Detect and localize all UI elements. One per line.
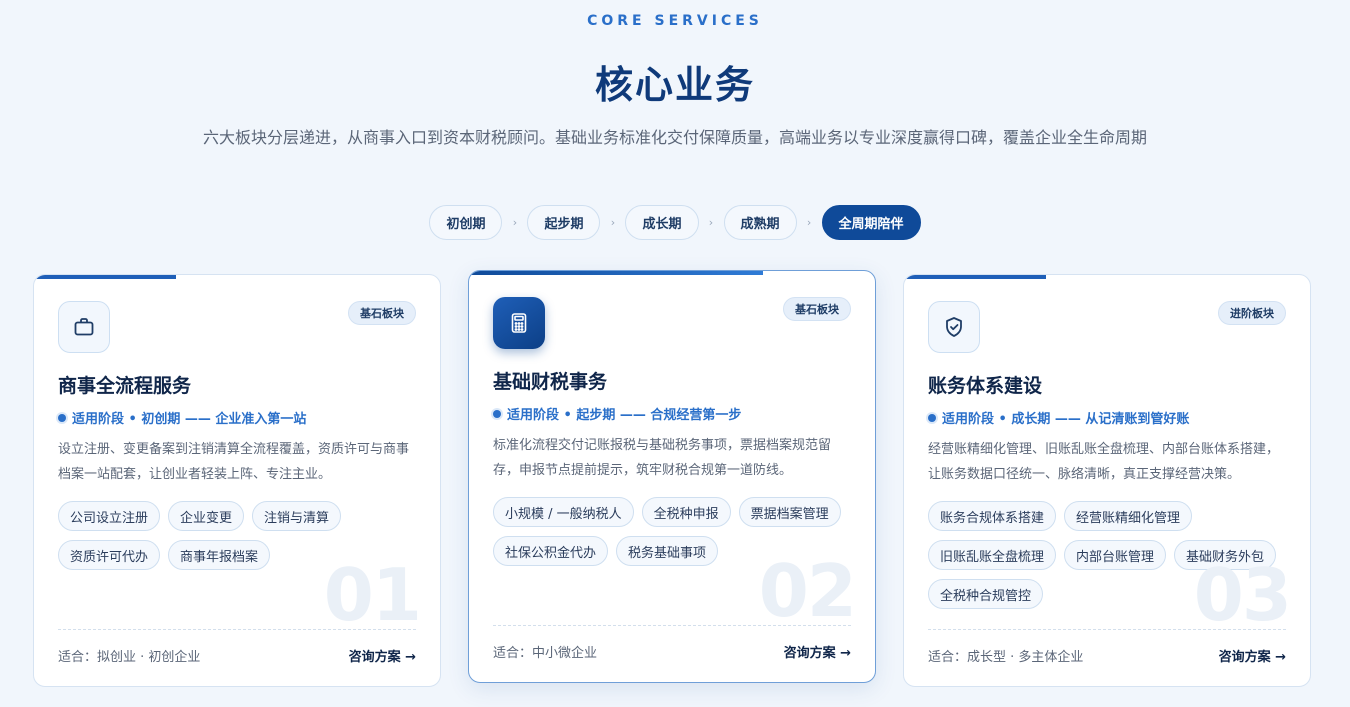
chevron-right-icon: › — [610, 216, 616, 229]
service-tag[interactable]: 小规模 / 一般纳税人 — [493, 497, 634, 527]
service-tag[interactable]: 企业变更 — [168, 501, 245, 531]
module-badge: 进阶板块 — [1218, 301, 1286, 325]
card-audience: 适合：拟创业 · 初创企业 — [58, 650, 201, 665]
stage-tab-growth[interactable]: 成长期 — [625, 205, 699, 240]
service-tag[interactable]: 全税种申报 — [641, 497, 731, 527]
shield-check-icon — [928, 301, 980, 353]
section-title: 核心业务 — [594, 63, 755, 107]
card-divider — [58, 629, 416, 630]
card-accent-bar — [904, 275, 1046, 279]
service-tag[interactable]: 注销与清算 — [252, 501, 342, 531]
service-tag[interactable]: 账务合规体系搭建 — [928, 501, 1057, 531]
applicable-stage-text: 适用阶段 • 起步期 —— 合规经营第一步 — [507, 408, 742, 423]
service-tag[interactable]: 商事年报档案 — [168, 540, 271, 570]
module-badge: 基石板块 — [348, 301, 416, 325]
card-description: 经营账精细化管理、旧账乱账全盘梳理、内部台账体系搭建，让账务数据口径统一、脉络清… — [928, 442, 1280, 482]
service-tag[interactable]: 内部台账管理 — [1064, 540, 1167, 570]
stage-tab-startup[interactable]: 初创期 — [429, 205, 503, 240]
calculator-icon — [493, 297, 545, 349]
consult-link[interactable]: 咨询方案 → — [349, 646, 416, 665]
section-subtitle: 六大板块分层递进，从商事入口到资本财税顾问。基础业务标准化交付保障质量，高端业务… — [202, 128, 1147, 147]
card-title: 账务体系建设 — [928, 375, 1043, 397]
card-audience: 适合：成长型 · 多主体企业 — [928, 650, 1084, 665]
chevron-right-icon: › — [512, 216, 518, 229]
section-eyebrow: CORE SERVICES — [587, 13, 763, 29]
bullet-dot-icon — [58, 413, 66, 422]
consult-link[interactable]: 咨询方案 → — [1219, 646, 1286, 665]
card-number: 02 — [758, 549, 857, 633]
card-audience: 适合：中小微企业 — [493, 646, 598, 661]
card-description: 设立注册、变更备案到注销清算全流程覆盖，资质许可与商事档案一站配套，让创业者轻装… — [58, 442, 410, 482]
chevron-right-icon: › — [806, 216, 812, 229]
service-tag[interactable]: 票据档案管理 — [738, 497, 841, 527]
card-description: 标准化流程交付记账报税与基础税务事项，票据档案规范留存，申报节点提前提示，筑牢财… — [493, 438, 832, 478]
applicable-stage-text: 适用阶段 • 成长期 —— 从记清账到管好账 — [942, 412, 1190, 427]
card-divider — [493, 625, 851, 626]
briefcase-icon — [58, 301, 110, 353]
card-title: 商事全流程服务 — [58, 375, 192, 397]
stage-tab-full-cycle[interactable]: 全周期陪伴 — [821, 205, 921, 240]
applicable-stage: 适用阶段 • 成长期 —— 从记清账到管好账 — [928, 408, 1189, 427]
applicable-stage-text: 适用阶段 • 初创期 —— 企业准入第一站 — [72, 412, 307, 427]
module-badge: 基石板块 — [783, 297, 851, 321]
applicable-stage: 适用阶段 • 初创期 —— 企业准入第一站 — [58, 408, 306, 427]
service-card-tax[interactable]: 基石板块 基础财税事务 适用阶段 • 起步期 —— 合规经营第一步 标准化流程交… — [468, 270, 876, 683]
service-card-business[interactable]: 基石板块 商事全流程服务 适用阶段 • 初创期 —— 企业准入第一站 设立注册、… — [33, 274, 441, 687]
service-tag[interactable]: 资质许可代办 — [58, 540, 161, 570]
consult-link[interactable]: 咨询方案 → — [784, 642, 851, 661]
service-card-accounting[interactable]: 进阶板块 账务体系建设 适用阶段 • 成长期 —— 从记清账到管好账 经营账精细… — [903, 274, 1311, 687]
card-accent-bar — [34, 275, 176, 279]
card-title: 基础财税事务 — [493, 371, 608, 393]
card-number: 01 — [323, 553, 422, 637]
service-tag[interactable]: 全税种合规管控 — [928, 579, 1044, 609]
card-divider — [928, 629, 1286, 630]
stage-tabs: 初创期 › 起步期 › 成长期 › 成熟期 › 全周期陪伴 — [0, 205, 1350, 240]
card-number: 03 — [1193, 553, 1292, 637]
service-tag[interactable]: 社保公积金代办 — [493, 536, 609, 566]
applicable-stage: 适用阶段 • 起步期 —— 合规经营第一步 — [493, 404, 741, 423]
service-tag[interactable]: 税务基础事项 — [616, 536, 719, 566]
service-tag[interactable]: 旧账乱账全盘梳理 — [928, 540, 1057, 570]
bullet-dot-icon — [928, 413, 936, 422]
card-accent-bar — [469, 271, 763, 275]
stage-tab-early[interactable]: 起步期 — [527, 205, 601, 240]
stage-tab-mature[interactable]: 成熟期 — [723, 205, 797, 240]
bullet-dot-icon — [493, 409, 501, 418]
service-tag[interactable]: 公司设立注册 — [58, 501, 161, 531]
service-tag[interactable]: 经营账精细化管理 — [1064, 501, 1193, 531]
chevron-right-icon: › — [708, 216, 714, 229]
